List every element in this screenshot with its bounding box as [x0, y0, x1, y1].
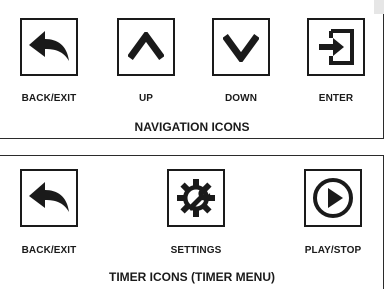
timer-play-stop-label: PLAY/STOP — [304, 245, 362, 256]
play-circle-icon — [313, 178, 353, 218]
timer-icons-panel: BACK/EXIT SETTINGS PLAY/STOP TIMER ICONS… — [0, 155, 384, 289]
timer-play-stop-button[interactable] — [304, 169, 362, 227]
timer-settings-button[interactable] — [167, 169, 225, 227]
timer-back-exit-button[interactable] — [20, 169, 78, 227]
nav-up-label: UP — [138, 93, 154, 104]
nav-down-label: DOWN — [224, 93, 258, 104]
enter-icon — [319, 29, 354, 65]
timer-back-exit-label: BACK/EXIT — [21, 245, 77, 256]
nav-enter-button[interactable] — [307, 18, 365, 76]
timer-section-title: TIMER ICONS (TIMER MENU) — [109, 270, 275, 284]
nav-up-button[interactable] — [117, 18, 175, 76]
corner-decoration — [374, 0, 384, 14]
back-arrow-icon — [29, 31, 69, 61]
nav-back-exit-button[interactable] — [20, 18, 78, 76]
timer-settings-label: SETTINGS — [170, 245, 222, 256]
nav-enter-label: ENTER — [318, 93, 354, 104]
navigation-section-title: NAVIGATION ICONS — [134, 120, 250, 134]
nav-down-button[interactable] — [212, 18, 270, 76]
chevron-up-icon — [128, 32, 164, 61]
nav-back-exit-label: BACK/EXIT — [21, 93, 77, 104]
settings-gear-wrench-icon — [177, 179, 215, 217]
back-arrow-icon — [29, 182, 69, 212]
chevron-down-icon — [223, 33, 259, 62]
navigation-icons-panel: BACK/EXIT UP DOWN ENTER NAVIGATION ICONS — [0, 0, 384, 139]
